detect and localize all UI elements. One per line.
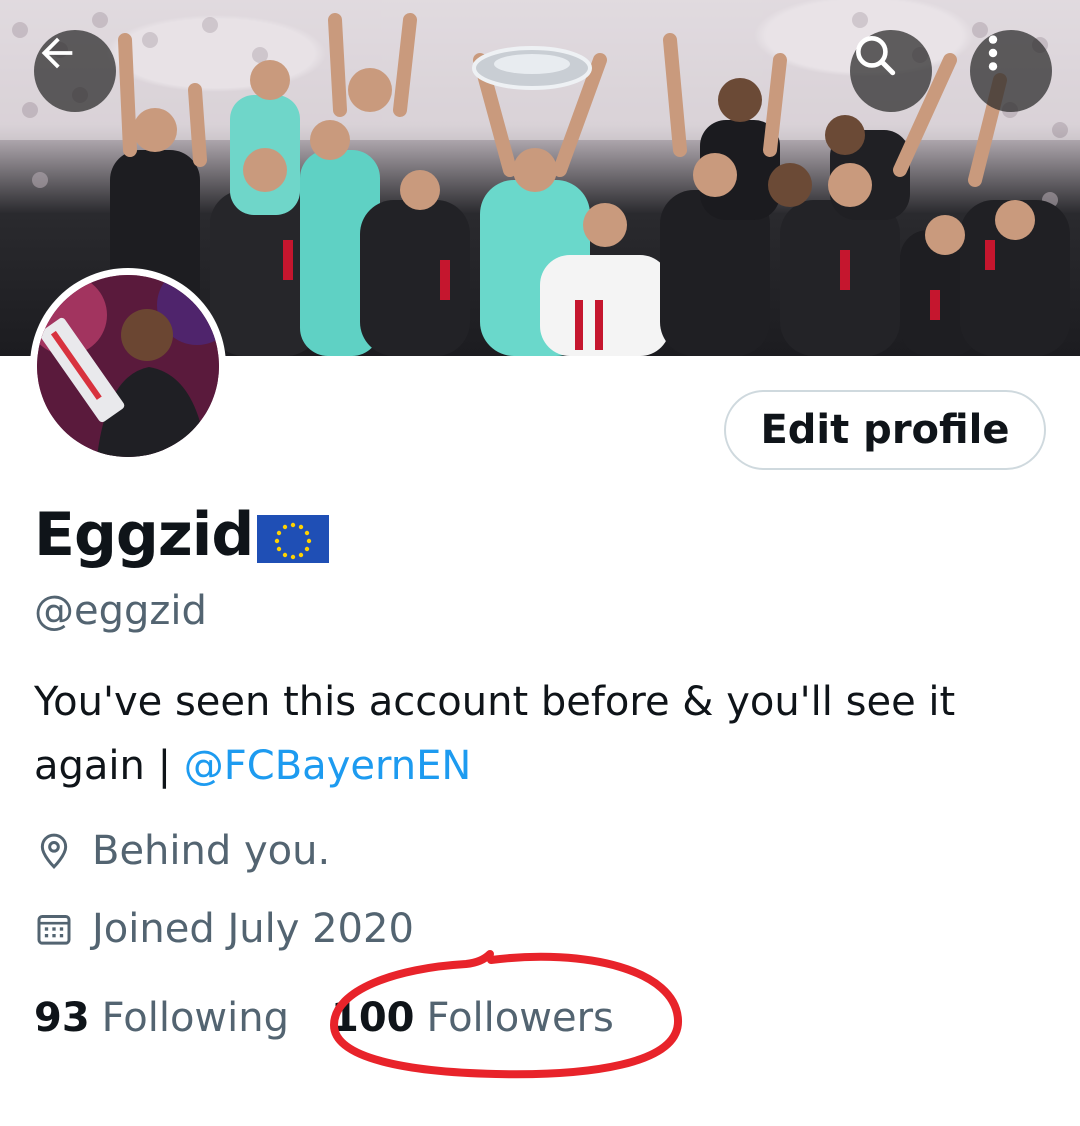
edit-profile-button[interactable]: Edit profile bbox=[724, 390, 1046, 470]
more-options-button[interactable] bbox=[970, 30, 1052, 112]
bio-mention-link[interactable]: @FCBayernEN bbox=[184, 743, 471, 789]
display-name: Eggzid bbox=[34, 500, 330, 570]
calendar-icon bbox=[37, 915, 71, 945]
profile-avatar[interactable] bbox=[30, 268, 226, 464]
profile-page: Edit profile Eggzid @eggzid You've seen … bbox=[0, 0, 1080, 1126]
more-vertical-icon bbox=[988, 35, 998, 71]
back-button[interactable] bbox=[34, 30, 116, 112]
bio-text: You've seen this account before & you'll… bbox=[34, 679, 956, 789]
avatar-image bbox=[37, 275, 219, 457]
username-handle: @eggzid bbox=[34, 588, 207, 634]
search-icon bbox=[856, 36, 896, 76]
profile-bio: You've seen this account before & you'll… bbox=[34, 670, 1044, 798]
display-name-text: Eggzid bbox=[34, 500, 254, 570]
location-text: Behind you. bbox=[92, 828, 331, 874]
eu-flag-icon bbox=[257, 515, 330, 563]
following-count: 93 bbox=[34, 995, 90, 1041]
location-pin-icon bbox=[40, 833, 68, 869]
profile-location: Behind you. bbox=[34, 828, 330, 874]
search-button[interactable] bbox=[850, 30, 932, 112]
following-label: Following bbox=[101, 995, 289, 1041]
arrow-left-icon bbox=[41, 37, 73, 69]
following-stat[interactable]: 93 Following bbox=[34, 995, 289, 1041]
red-annotation-circle bbox=[329, 950, 683, 1079]
